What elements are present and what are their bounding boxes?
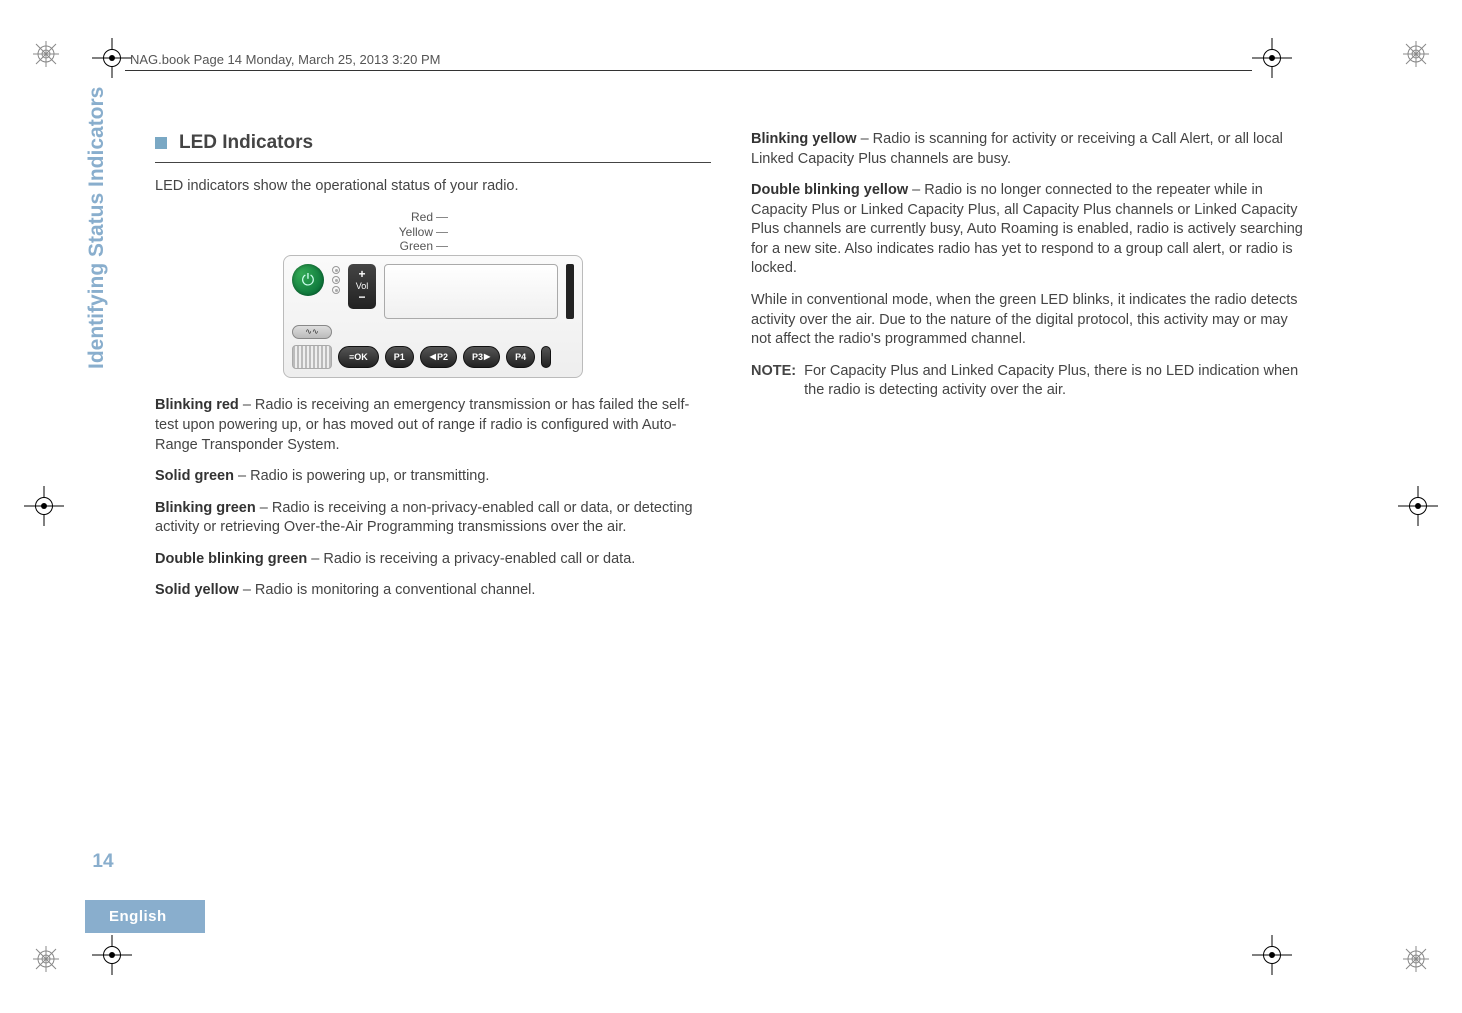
right-column: Blinking yellow – Radio is scanning for … [751, 130, 1307, 918]
p4-button-icon: P4 [506, 346, 535, 368]
trailing-button-icon [541, 346, 551, 368]
def-solid-green: Solid green – Radio is powering up, or t… [155, 467, 711, 487]
note-block: NOTE: For Capacity Plus and Linked Capac… [751, 362, 1307, 401]
regmark-bottom-right [1402, 945, 1430, 973]
volume-rocker-icon: + Vol − [348, 264, 376, 308]
regmark-top-right [1402, 40, 1430, 68]
left-column: LED Indicators LED indicators show the o… [155, 130, 711, 918]
crosshair-header-left [92, 38, 132, 78]
lcd-screen [384, 264, 558, 319]
radio-figure: Red Yellow Green ⏻ + Vol − [283, 210, 583, 378]
def-blinking-yellow: Blinking yellow – Radio is scanning for … [751, 130, 1307, 169]
led-dot-green [332, 286, 340, 294]
section-underline [155, 162, 711, 163]
def-blinking-green: Blinking green – Radio is receiving a no… [155, 499, 711, 538]
side-strip [566, 264, 574, 319]
section-title: LED Indicators [179, 130, 313, 156]
led-dot-red [332, 266, 340, 274]
power-icon: ⏻ [292, 264, 324, 296]
radio-body: ⏻ + Vol − ∿∿ [283, 255, 583, 378]
section-header: LED Indicators [155, 130, 711, 156]
note-body: For Capacity Plus and Linked Capacity Pl… [804, 362, 1307, 401]
note-label: NOTE: [751, 362, 796, 401]
crosshair-left [24, 486, 64, 526]
p3-button-icon: P3▶ [463, 346, 500, 368]
led-label-red: Red [343, 210, 433, 224]
accessory-pill-icon: ∿∿ [292, 325, 332, 339]
regmark-bottom-left [32, 945, 60, 973]
p2-button-icon: ◀P2 [420, 346, 457, 368]
def-double-blinking-green: Double blinking green – Radio is receivi… [155, 550, 711, 570]
led-dot-yellow [332, 276, 340, 284]
running-header: NAG.book Page 14 Monday, March 25, 2013 … [130, 52, 441, 67]
crosshair-header-right [1252, 38, 1292, 78]
crosshair-right [1398, 486, 1438, 526]
regmark-top-left [32, 40, 60, 68]
side-chapter-title: Identifying Status Indicators [85, 87, 108, 369]
led-label-green: Green [343, 239, 433, 253]
led-label-yellow: Yellow [343, 225, 433, 239]
header-rule [125, 70, 1252, 71]
page-number: 14 [85, 851, 121, 873]
p1-button-icon: P1 [385, 346, 414, 368]
crosshair-footer-left [92, 935, 132, 975]
def-double-blinking-yellow: Double blinking yellow – Radio is no lon… [751, 181, 1307, 279]
led-color-labels: Red Yellow Green [343, 210, 433, 253]
section-intro: LED indicators show the operational stat… [155, 177, 711, 197]
speaker-grille-icon [292, 345, 332, 369]
body-columns: LED Indicators LED indicators show the o… [155, 130, 1307, 918]
led-stack [332, 264, 340, 294]
def-blinking-red: Blinking red – Radio is receiving an eme… [155, 396, 711, 455]
ok-button-icon: ≡ OK [338, 346, 379, 368]
def-solid-yellow: Solid yellow – Radio is monitoring a con… [155, 581, 711, 601]
crosshair-footer-right [1252, 935, 1292, 975]
section-bullet-icon [155, 137, 167, 149]
para-conventional-mode: While in conventional mode, when the gre… [751, 291, 1307, 350]
